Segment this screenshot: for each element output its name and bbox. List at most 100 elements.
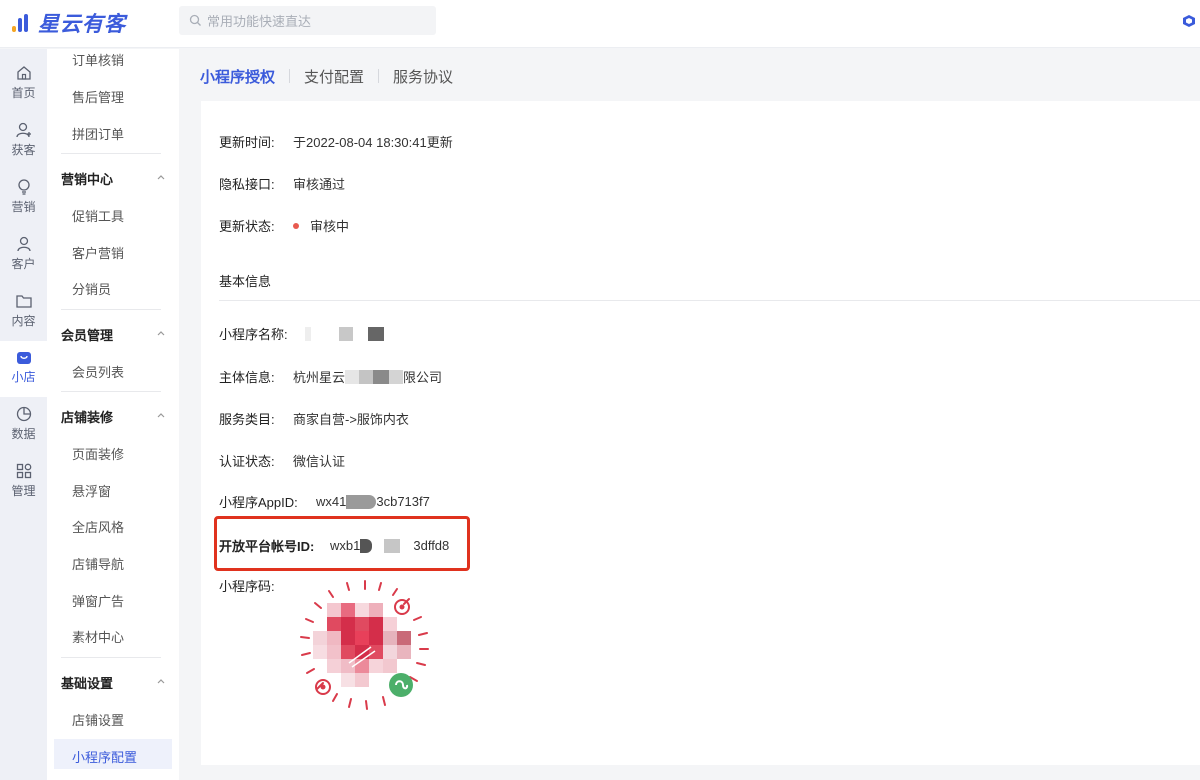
value-subject-prefix: 杭州星云 xyxy=(293,370,346,385)
menu-group-marketing[interactable]: 营销中心 xyxy=(61,169,165,188)
tab-payment-config[interactable]: 支付配置 xyxy=(304,66,364,87)
nav-home[interactable]: 首页 xyxy=(0,57,47,113)
nav-marketing[interactable]: 营销 xyxy=(0,171,47,227)
row-subject: 主体信息: 杭州星云 限公司 xyxy=(219,367,442,386)
nav-data[interactable]: 数据 xyxy=(0,398,47,454)
label-update-time: 更新时间: xyxy=(219,135,275,150)
menu-item-store-nav[interactable]: 店铺导航 xyxy=(72,554,124,573)
logo-mark-icon xyxy=(10,12,34,34)
menu-item-page-decoration[interactable]: 页面装修 xyxy=(72,444,124,463)
menu-divider xyxy=(61,153,161,154)
redacted-mosaic xyxy=(368,326,384,341)
add-user-icon xyxy=(15,122,31,138)
row-update-status: 更新状态: 审核中 xyxy=(219,216,349,235)
menu-divider xyxy=(61,391,161,392)
bulb-icon xyxy=(17,179,30,195)
menu-item-floating-window[interactable]: 悬浮窗 xyxy=(72,481,111,500)
label-auth-status: 认证状态: xyxy=(219,454,275,469)
nav-acquire[interactable]: 获客 xyxy=(0,114,47,170)
row-update-time: 更新时间: 于2022-08-04 18:30:41更新 xyxy=(219,132,453,151)
chevron-up-icon xyxy=(157,679,165,684)
label-qrcode: 小程序码: xyxy=(219,579,275,594)
menu-divider xyxy=(61,657,161,658)
menu-item-after-sales[interactable]: 售后管理 xyxy=(72,87,124,106)
miniprogram-code-image xyxy=(300,580,429,710)
nav-customer[interactable]: 客户 xyxy=(0,228,47,284)
chevron-up-icon xyxy=(157,413,165,418)
label-name: 小程序名称: xyxy=(219,327,288,342)
tab-separator xyxy=(378,69,380,83)
redacted-mosaic xyxy=(305,326,311,341)
search-input[interactable]: 常用功能快速直达 xyxy=(179,6,436,35)
section-divider xyxy=(219,300,1200,301)
label-category: 服务类目: xyxy=(219,412,275,427)
tab-miniprogram-auth[interactable]: 小程序授权 xyxy=(200,66,275,87)
pie-chart-icon xyxy=(16,406,31,422)
label-appid: 小程序AppID: xyxy=(219,495,298,510)
menu-item-member-list[interactable]: 会员列表 xyxy=(72,362,124,381)
nav-content[interactable]: 内容 xyxy=(0,285,47,341)
menu-item-customer-marketing[interactable]: 客户营销 xyxy=(72,243,124,262)
search-icon xyxy=(189,14,201,26)
menu-item-order-verify[interactable]: 订单核销 xyxy=(72,50,124,69)
tab-bar: 小程序授权 支付配置 服务协议 xyxy=(200,65,453,87)
user-icon xyxy=(16,236,31,252)
redacted-mosaic xyxy=(373,369,390,384)
folder-icon xyxy=(15,295,32,308)
value-auth-status: 微信认证 xyxy=(293,454,346,469)
value-update-time: 于2022-08-04 18:30:41更新 xyxy=(293,135,453,150)
menu-item-popup-ads[interactable]: 弹窗广告 xyxy=(72,591,124,610)
menu-item-distributors[interactable]: 分销员 xyxy=(72,279,111,298)
nav-manage[interactable]: 管理 xyxy=(0,455,47,511)
menu-item-store-settings[interactable]: 店铺设置 xyxy=(72,710,124,729)
highlight-box xyxy=(214,516,470,571)
shop-icon xyxy=(16,352,31,364)
search-placeholder: 常用功能快速直达 xyxy=(207,14,312,29)
value-privacy: 审核通过 xyxy=(293,177,346,192)
row-auth-status: 认证状态: 微信认证 xyxy=(219,451,345,470)
grid-icon xyxy=(16,463,31,479)
primary-nav: 首页 获客 营销 客户 内容 小店 数据 管理 xyxy=(0,49,47,780)
label-update-status: 更新状态: xyxy=(219,219,275,234)
chevron-up-icon xyxy=(157,331,165,336)
value-appid-suffix: 3cb713f7 xyxy=(376,494,430,509)
row-appid: 小程序AppID: wx41 3cb713f7 xyxy=(219,492,430,511)
menu-item-material-center[interactable]: 素材中心 xyxy=(72,627,124,646)
menu-divider xyxy=(61,309,161,310)
status-dot xyxy=(293,222,299,229)
row-category: 服务类目: 商家自营->服饰内衣 xyxy=(219,409,409,428)
label-subject: 主体信息: xyxy=(219,370,275,385)
menu-item-store-style[interactable]: 全店风格 xyxy=(72,517,124,536)
redacted-mosaic xyxy=(339,326,353,341)
auth-detail-card: 更新时间: 于2022-08-04 18:30:41更新 隐私接口: 审核通过 … xyxy=(201,101,1200,765)
menu-item-promo-tools[interactable]: 促销工具 xyxy=(72,206,124,225)
value-category: 商家自营->服饰内衣 xyxy=(293,412,409,427)
tab-separator xyxy=(289,69,291,83)
secondary-nav: 订单核销 售后管理 拼团订单 营销中心 促销工具 客户营销 分销员 会员管理 会… xyxy=(47,49,179,780)
redacted-mosaic xyxy=(346,494,377,509)
value-update-status: 审核中 xyxy=(310,219,350,234)
redacted-mosaic xyxy=(389,369,404,384)
section-title-basic-info: 基本信息 xyxy=(219,274,272,289)
brand-logo[interactable]: 星云有客 xyxy=(10,9,126,37)
menu-item-group-orders[interactable]: 拼团订单 xyxy=(72,124,124,143)
chevron-up-icon xyxy=(157,175,165,180)
redacted-mosaic xyxy=(359,369,374,384)
row-qrcode: 小程序码: xyxy=(219,576,275,595)
nav-shop[interactable]: 小店 xyxy=(0,341,47,397)
redacted-mosaic xyxy=(345,369,360,384)
label-privacy: 隐私接口: xyxy=(219,177,275,192)
value-subject-suffix: 限公司 xyxy=(403,370,443,385)
value-appid-prefix: wx41 xyxy=(316,494,347,509)
menu-group-members[interactable]: 会员管理 xyxy=(61,325,165,344)
row-name: 小程序名称: xyxy=(219,324,384,343)
menu-item-miniprogram-config-label: 小程序配置 xyxy=(72,750,138,765)
home-icon xyxy=(16,66,31,80)
row-privacy: 隐私接口: 审核通过 xyxy=(219,174,345,193)
menu-group-basic-settings[interactable]: 基础设置 xyxy=(61,673,165,692)
menu-group-decoration[interactable]: 店铺装修 xyxy=(61,407,165,426)
top-bar: 星云有客 常用功能快速直达 xyxy=(0,0,1200,48)
cube-icon[interactable] xyxy=(1182,14,1196,28)
tab-service-agreement[interactable]: 服务协议 xyxy=(393,66,453,87)
brand-name: 星云有客 xyxy=(38,13,126,36)
